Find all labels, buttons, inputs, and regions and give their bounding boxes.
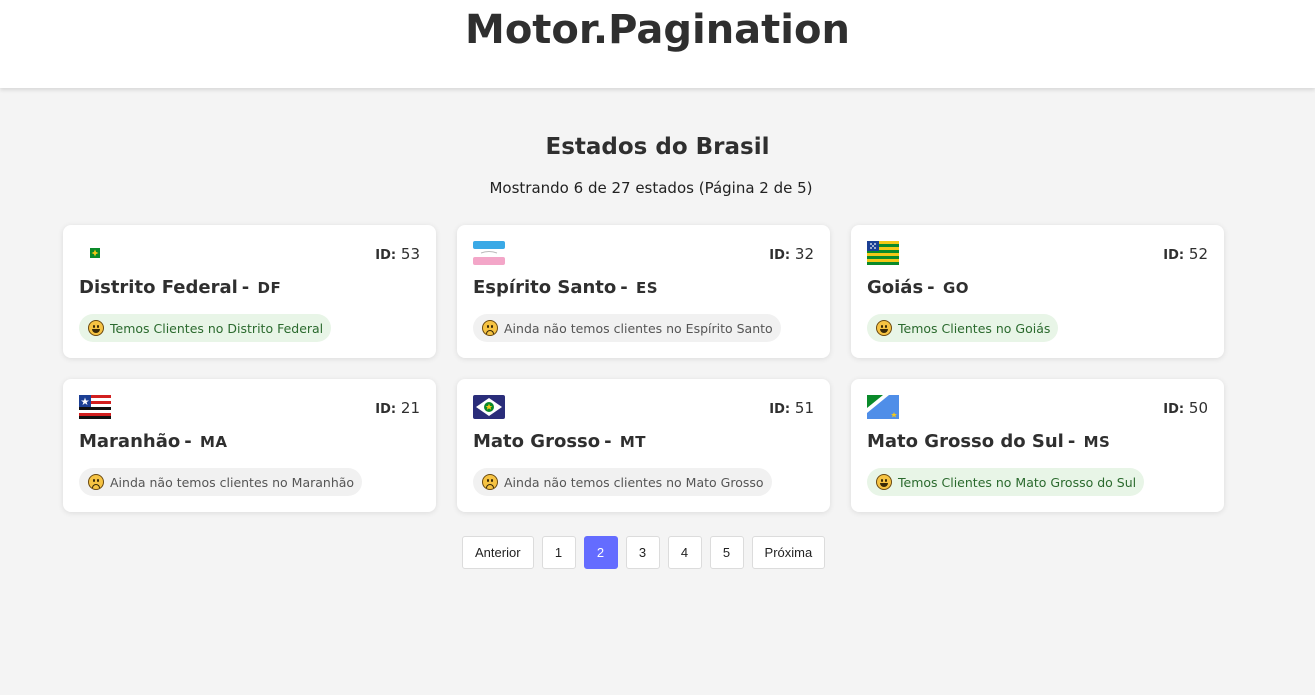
state-uf: GO — [942, 279, 970, 297]
state-name-text: Maranhão — [79, 431, 181, 452]
id-label: ID: — [1163, 402, 1185, 417]
flag-go-icon — [867, 241, 899, 265]
pagination: Anterior 1 2 3 4 5 Próxima — [462, 536, 826, 569]
id-label: ID: — [1163, 248, 1185, 263]
happy-face-icon — [88, 320, 104, 336]
id-label: ID: — [375, 248, 397, 263]
state-name: Distrito Federal - DF — [79, 277, 282, 298]
flag-ma-icon — [79, 395, 111, 419]
state-name: Goiás - GO — [867, 277, 970, 298]
state-name: Mato Grosso - MT — [473, 431, 647, 452]
status-text: Ainda não temos clientes no Maranhão — [110, 474, 355, 490]
state-name-text: Mato Grosso — [473, 431, 601, 452]
id-value: 53 — [400, 245, 420, 263]
sad-face-icon — [482, 320, 498, 336]
happy-face-icon — [876, 320, 892, 336]
state-name: Mato Grosso do Sul - MS — [867, 431, 1111, 452]
state-name: Espírito Santo - ES — [473, 277, 659, 298]
state-id: ID: 51 — [769, 399, 814, 417]
state-uf: DF — [257, 279, 282, 297]
page-4-button[interactable]: 4 — [667, 536, 702, 569]
page-1-button[interactable]: 1 — [541, 536, 576, 569]
happy-face-icon — [876, 474, 892, 490]
state-id: ID: 21 — [375, 399, 420, 417]
status-text: Temos Clientes no Mato Grosso do Sul — [898, 474, 1137, 490]
flag-es-icon — [473, 241, 505, 265]
status-badge: Temos Clientes no Goiás — [867, 314, 1059, 342]
status-badge: Temos Clientes no Distrito Federal — [79, 314, 332, 342]
id-value: 52 — [1188, 245, 1208, 263]
status-badge: Ainda não temos clientes no Maranhão — [79, 468, 363, 496]
page-title: Estados do Brasil — [545, 134, 770, 160]
id-label: ID: — [375, 402, 397, 417]
app-title: Motor.Pagination — [465, 7, 850, 53]
status-text: Temos Clientes no Distrito Federal — [110, 320, 324, 336]
sad-face-icon — [482, 474, 498, 490]
status-text: Ainda não temos clientes no Espírito San… — [504, 320, 773, 336]
state-name-text: Goiás — [867, 277, 924, 298]
flag-df-icon — [89, 247, 101, 259]
status-text: Ainda não temos clientes no Mato Grosso — [504, 474, 764, 490]
page-5-button[interactable]: 5 — [709, 536, 744, 569]
state-id: ID: 32 — [769, 245, 814, 263]
id-label: ID: — [769, 248, 791, 263]
status-badge: Temos Clientes no Mato Grosso do Sul — [867, 468, 1145, 496]
id-label: ID: — [769, 402, 791, 417]
id-value: 51 — [794, 399, 814, 417]
status-badge: Ainda não temos clientes no Espírito San… — [473, 314, 781, 342]
page-2-button[interactable]: 2 — [583, 536, 618, 569]
flag-ms-icon — [867, 395, 899, 419]
state-card: ID: 50 Mato Grosso do Sul - MS Temos Clie… — [851, 379, 1224, 512]
state-card: ID: 53 Distrito Federal - DF Temos Client… — [63, 225, 436, 358]
id-value: 32 — [794, 245, 814, 263]
status-text: Temos Clientes no Goiás — [898, 320, 1051, 336]
state-card: ID: 52 Goiás - GO Temos Clientes no Goiás — [851, 225, 1224, 358]
state-card: ID: 32 Espírito Santo - ES Ainda não temo… — [457, 225, 830, 358]
state-id: ID: 52 — [1163, 245, 1208, 263]
state-uf: MT — [619, 433, 647, 451]
flag-mt-icon — [473, 395, 505, 419]
app-header: Motor.Pagination — [0, 0, 1315, 88]
state-uf: ES — [636, 279, 659, 297]
state-card: ID: 21 Maranhão - MA Ainda não temos clie… — [63, 379, 436, 512]
state-uf: MA — [200, 433, 228, 451]
state-name-text: Espírito Santo — [473, 277, 617, 298]
page-subtitle: Mostrando 6 de 27 estados (Página 2 de 5… — [489, 179, 813, 197]
sad-face-icon — [88, 474, 104, 490]
id-value: 21 — [400, 399, 420, 417]
state-card: ID: 51 Mato Grosso - MT Ainda não temos c… — [457, 379, 830, 512]
state-name-text: Mato Grosso do Sul — [867, 431, 1064, 452]
state-id: ID: 50 — [1163, 399, 1208, 417]
state-name-text: Distrito Federal — [79, 277, 238, 298]
next-page-button[interactable]: Próxima — [751, 536, 826, 569]
state-uf: MS — [1083, 433, 1111, 451]
id-value: 50 — [1188, 399, 1208, 417]
prev-page-button[interactable]: Anterior — [462, 536, 534, 569]
states-grid: ID: 53 Distrito Federal - DF Temos Client… — [63, 225, 1224, 512]
state-name: Maranhão - MA — [79, 431, 228, 452]
page-3-button[interactable]: 3 — [625, 536, 660, 569]
status-badge: Ainda não temos clientes no Mato Grosso — [473, 468, 772, 496]
state-id: ID: 53 — [375, 245, 420, 263]
